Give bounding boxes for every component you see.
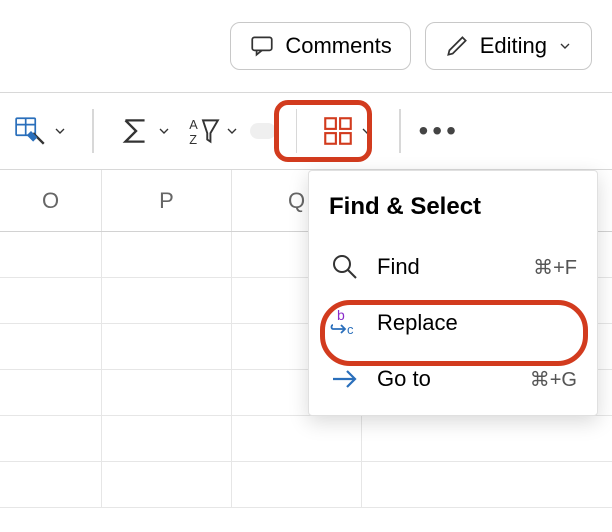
svg-text:c: c xyxy=(347,322,354,337)
separator xyxy=(399,109,401,153)
search-icon xyxy=(329,251,361,283)
chevron-down-icon xyxy=(224,123,240,139)
svg-text:A: A xyxy=(189,117,198,132)
ribbon: A Z ••• xyxy=(0,92,612,170)
svg-text:Z: Z xyxy=(189,132,197,147)
cell[interactable] xyxy=(0,462,102,507)
find-select-menu: Find & Select Find ⌘+F b c Replace Go to… xyxy=(308,170,598,416)
sort-filter-button[interactable]: A Z xyxy=(182,108,244,154)
table-row xyxy=(0,416,612,462)
cell[interactable] xyxy=(102,370,232,415)
comments-label: Comments xyxy=(285,33,391,59)
cell[interactable] xyxy=(102,324,232,369)
autosum-button[interactable] xyxy=(114,108,176,154)
top-bar: Comments Editing xyxy=(0,0,612,92)
column-header-p[interactable]: P xyxy=(102,170,232,231)
menu-item-replace[interactable]: b c Replace xyxy=(309,295,597,351)
separator xyxy=(296,109,298,153)
cell[interactable] xyxy=(232,462,362,507)
menu-item-goto[interactable]: Go to ⌘+G xyxy=(309,351,597,407)
separator xyxy=(92,109,94,153)
menu-item-label: Find xyxy=(377,254,420,280)
menu-shortcut: ⌘+G xyxy=(530,367,577,392)
cell[interactable] xyxy=(102,232,232,277)
grid-icon xyxy=(321,114,355,148)
replace-icon: b c xyxy=(329,307,361,339)
sort-filter-icon: A Z xyxy=(186,114,220,148)
cell[interactable] xyxy=(0,278,102,323)
chevron-down-icon xyxy=(156,123,172,139)
view-grid-button[interactable] xyxy=(317,108,379,154)
cell[interactable] xyxy=(102,462,232,507)
cell[interactable] xyxy=(0,232,102,277)
menu-shortcut: ⌘+F xyxy=(533,255,577,280)
sigma-icon xyxy=(118,114,152,148)
menu-item-find[interactable]: Find ⌘+F xyxy=(309,239,597,295)
pencil-icon xyxy=(444,33,470,59)
comments-button[interactable]: Comments xyxy=(230,22,410,70)
svg-text:b: b xyxy=(337,307,345,323)
cell[interactable] xyxy=(232,416,362,461)
chevron-down-icon xyxy=(52,123,68,139)
chevron-down-icon xyxy=(359,123,375,139)
menu-item-label: Go to xyxy=(377,366,431,392)
comment-icon xyxy=(249,33,275,59)
menu-item-label: Replace xyxy=(377,310,458,336)
arrow-right-icon xyxy=(329,363,361,395)
find-select-button[interactable] xyxy=(250,123,276,139)
cell[interactable] xyxy=(102,278,232,323)
editing-button[interactable]: Editing xyxy=(425,22,592,70)
more-button[interactable]: ••• xyxy=(411,115,468,147)
cell[interactable] xyxy=(0,324,102,369)
cell[interactable] xyxy=(102,416,232,461)
table-row xyxy=(0,462,612,508)
editing-label: Editing xyxy=(480,33,547,59)
column-header-o[interactable]: O xyxy=(0,170,102,231)
format-painter-button[interactable] xyxy=(10,108,72,154)
menu-title: Find & Select xyxy=(309,185,597,239)
chevron-down-icon xyxy=(557,38,573,54)
cell[interactable] xyxy=(0,416,102,461)
table-brush-icon xyxy=(14,114,48,148)
cell[interactable] xyxy=(0,370,102,415)
